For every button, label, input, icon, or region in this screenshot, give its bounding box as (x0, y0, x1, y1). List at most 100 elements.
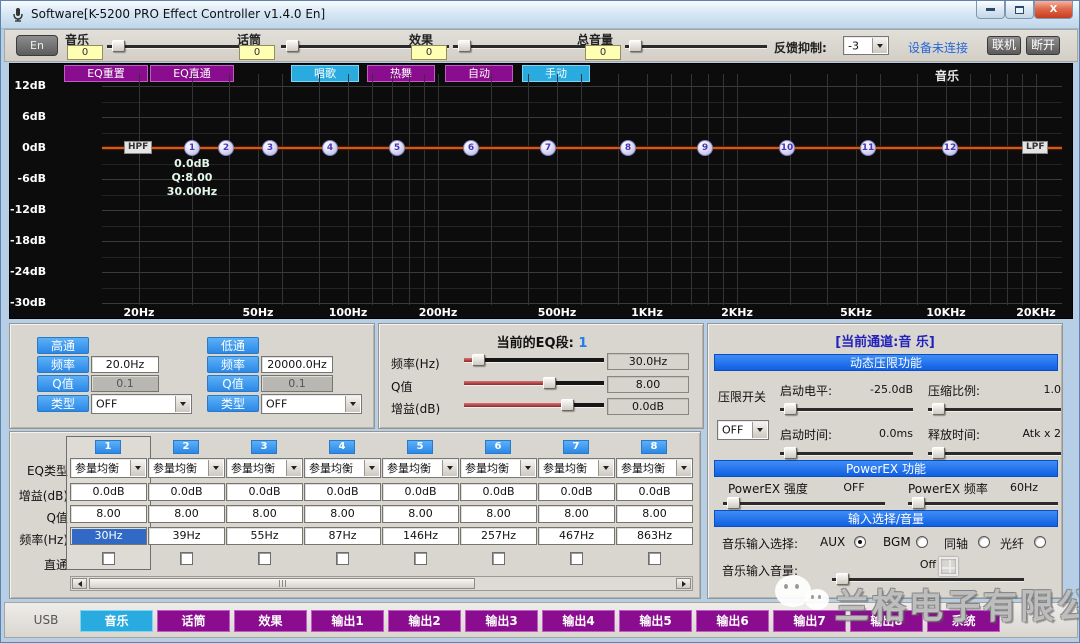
slider-thumb[interactable] (458, 40, 471, 52)
title-bar[interactable]: Software[K-5200 PRO Effect Controller v1… (1, 1, 1080, 29)
eq-point[interactable]: 12 (942, 140, 958, 156)
slider-thumb[interactable] (629, 40, 642, 52)
eq-point[interactable]: 2 (218, 140, 234, 156)
limiter-param-slider[interactable] (928, 402, 1061, 416)
bypass-checkbox[interactable] (336, 552, 349, 565)
freq-cell[interactable]: 39Hz (148, 527, 225, 545)
eq-point[interactable]: 6 (463, 140, 479, 156)
bypass-checkbox[interactable] (258, 552, 271, 565)
channel-tab-3[interactable]: 效果 (234, 610, 307, 632)
eq-type-dropdown[interactable]: 参量均衡 (538, 458, 615, 478)
lpf-type-dropdown[interactable]: OFF (261, 394, 362, 414)
gain-cell[interactable]: 0.0dB (304, 483, 381, 501)
freq-cell[interactable]: 55Hz (226, 527, 303, 545)
slider-thumb[interactable] (784, 403, 797, 415)
channel-tab-6[interactable]: 输出3 (465, 610, 538, 632)
gain-cell[interactable]: 0.0dB (616, 483, 693, 501)
q-cell[interactable]: 8.00 (304, 505, 381, 523)
eq-type-dropdown[interactable]: 参量均衡 (70, 458, 147, 478)
eq-point[interactable]: 1 (184, 140, 200, 156)
bypass-checkbox[interactable] (180, 552, 193, 565)
hpf-badge[interactable]: HPF (124, 141, 152, 154)
dropdown-arrow-button[interactable] (130, 460, 145, 476)
freq-cell[interactable]: 146Hz (382, 527, 459, 545)
slider-thumb[interactable] (561, 399, 574, 411)
column-number[interactable]: 8 (641, 440, 667, 454)
limiter-param-slider[interactable] (780, 446, 913, 460)
dropdown-arrow-button[interactable] (872, 38, 887, 53)
dropdown-arrow-button[interactable] (520, 460, 535, 476)
limiter-param-slider[interactable] (928, 446, 1061, 460)
input-option-radio[interactable] (916, 536, 928, 548)
dropdown-arrow-button[interactable] (364, 460, 379, 476)
eq-point[interactable]: 5 (389, 140, 405, 156)
slider-thumb[interactable] (784, 447, 797, 459)
dropdown-arrow-button[interactable] (442, 460, 457, 476)
channel-tab-9[interactable]: 输出6 (696, 610, 769, 632)
eq-type-dropdown[interactable]: 参量均衡 (382, 458, 459, 478)
bypass-checkbox[interactable] (492, 552, 505, 565)
column-number[interactable]: 5 (407, 440, 433, 454)
eq-point[interactable]: 10 (779, 140, 795, 156)
q-cell[interactable]: 8.00 (538, 505, 615, 523)
dropdown-arrow-button[interactable] (676, 460, 691, 476)
connect-button[interactable]: 联机 (987, 36, 1021, 55)
slider-thumb[interactable] (932, 447, 945, 459)
input-option-radio[interactable] (978, 536, 990, 548)
limiter-switch-dropdown[interactable]: OFF (717, 420, 769, 440)
eq-graph-button[interactable]: 自动 (445, 65, 513, 82)
channel-tab-11[interactable]: 输出8 (850, 610, 923, 632)
freq-cell[interactable]: 863Hz (616, 527, 693, 545)
q-cell[interactable]: 8.00 (382, 505, 459, 523)
dropdown-arrow-button[interactable] (175, 396, 190, 412)
input-volume-slider[interactable] (832, 572, 1024, 586)
scroll-left-button[interactable] (72, 578, 87, 589)
channel-tab-12[interactable]: 系统 (927, 610, 1000, 632)
maximize-button[interactable] (1005, 1, 1034, 19)
channel-tab-10[interactable]: 输出7 (773, 610, 846, 632)
powerex-param-slider[interactable] (908, 496, 1058, 510)
band-slider[interactable] (464, 376, 604, 390)
slider-thumb[interactable] (543, 377, 556, 389)
dropdown-arrow-button[interactable] (598, 460, 613, 476)
bypass-checkbox[interactable] (102, 552, 115, 565)
limiter-param-slider[interactable] (780, 402, 913, 416)
channel-tab-8[interactable]: 输出5 (619, 610, 692, 632)
slider-thumb[interactable] (286, 40, 299, 52)
eq-point[interactable]: 9 (697, 140, 713, 156)
column-number[interactable]: 1 (95, 440, 121, 454)
band-slider[interactable] (464, 353, 604, 367)
feedback-suppression-dropdown[interactable]: -3 (843, 36, 889, 55)
scrollbar-thumb[interactable] (89, 578, 475, 589)
input-option-radio[interactable] (854, 536, 866, 548)
eq-graph-button[interactable]: EQ重置 (64, 65, 148, 82)
q-cell[interactable]: 8.00 (226, 505, 303, 523)
slider-thumb[interactable] (472, 354, 485, 366)
gain-cell[interactable]: 0.0dB (70, 483, 147, 501)
eq-graph-button[interactable]: 手动 (522, 65, 590, 82)
band-slider[interactable] (464, 398, 604, 412)
freq-cell[interactable]: 87Hz (304, 527, 381, 545)
gain-cell[interactable]: 0.0dB (460, 483, 537, 501)
dropdown-arrow-button[interactable] (752, 422, 767, 438)
powerex-param-slider[interactable] (723, 496, 885, 510)
channel-tab-7[interactable]: 输出4 (542, 610, 615, 632)
language-button[interactable]: En (16, 35, 58, 56)
bypass-checkbox[interactable] (648, 552, 661, 565)
q-cell[interactable]: 8.00 (148, 505, 225, 523)
close-button[interactable]: X (1034, 1, 1073, 19)
bypass-checkbox[interactable] (570, 552, 583, 565)
gain-cell[interactable]: 0.0dB (538, 483, 615, 501)
hpf-type-dropdown[interactable]: OFF (91, 394, 192, 414)
slider-thumb[interactable] (836, 573, 849, 585)
gain-cell[interactable]: 0.0dB (382, 483, 459, 501)
q-cell[interactable]: 8.00 (616, 505, 693, 523)
hpf-freq-input[interactable]: 20.0Hz (91, 356, 159, 373)
slider-thumb[interactable] (932, 403, 945, 415)
column-number[interactable]: 6 (485, 440, 511, 454)
column-number[interactable]: 4 (329, 440, 355, 454)
bypass-checkbox[interactable] (414, 552, 427, 565)
q-cell[interactable]: 8.00 (70, 505, 147, 523)
slider-thumb[interactable] (727, 497, 740, 509)
freq-cell[interactable]: 467Hz (538, 527, 615, 545)
